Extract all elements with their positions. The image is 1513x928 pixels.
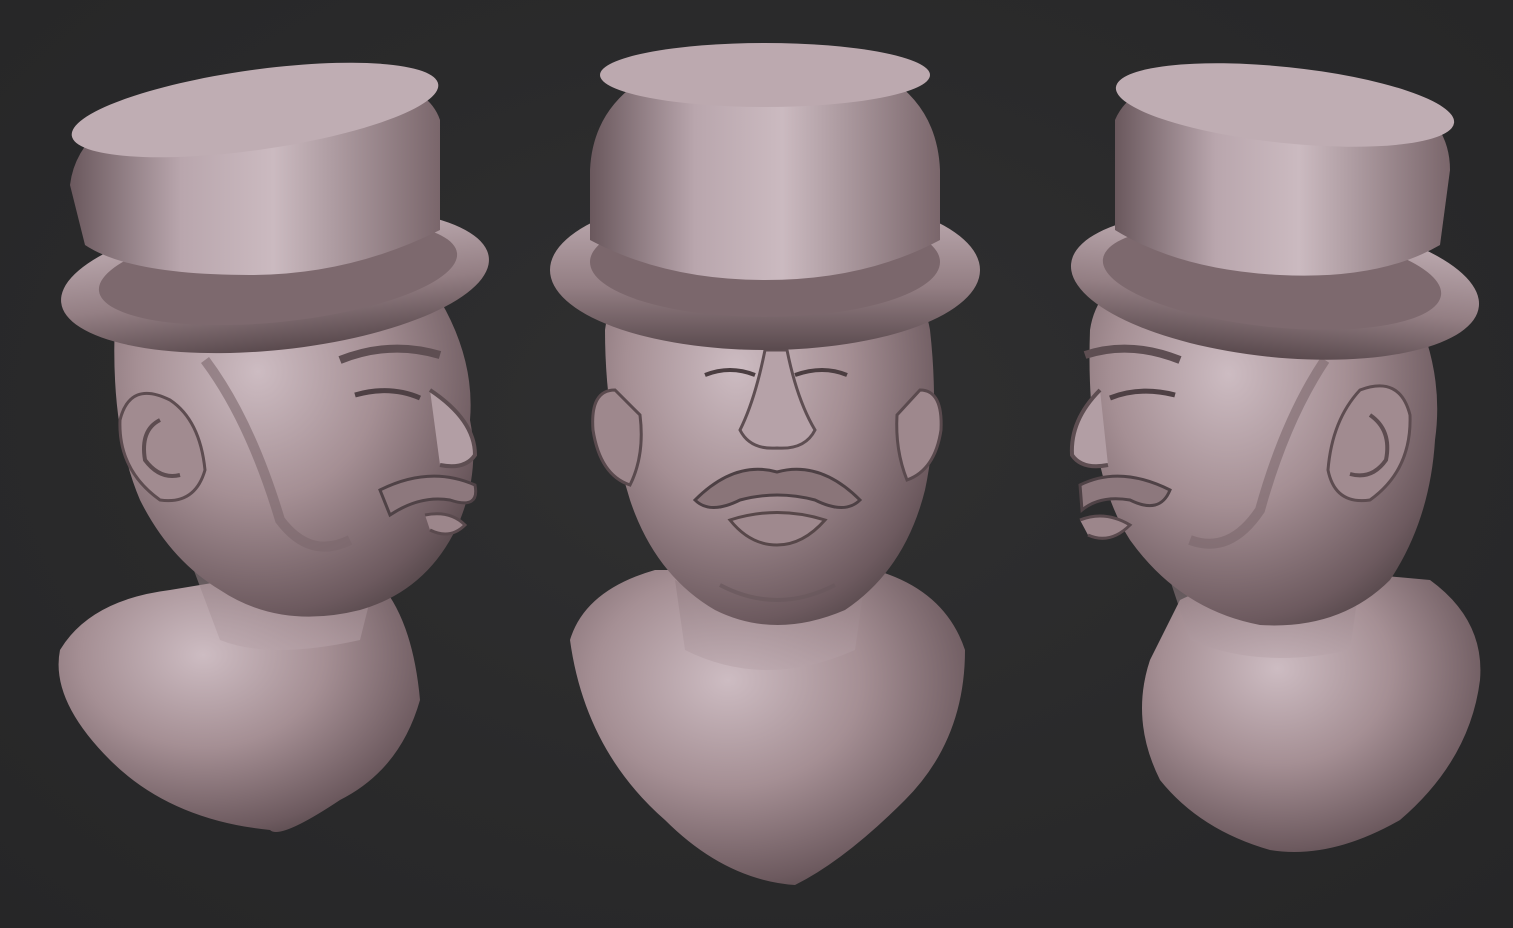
bust-sculpt-front xyxy=(550,43,980,885)
bust-view-front xyxy=(545,0,985,928)
render-viewport xyxy=(0,0,1513,928)
bust-sculpt-right xyxy=(58,62,489,832)
bust-sculpt-left xyxy=(1069,63,1481,852)
bust-view-three-quarter-left xyxy=(1060,0,1490,928)
bust-view-three-quarter-right xyxy=(20,0,490,928)
